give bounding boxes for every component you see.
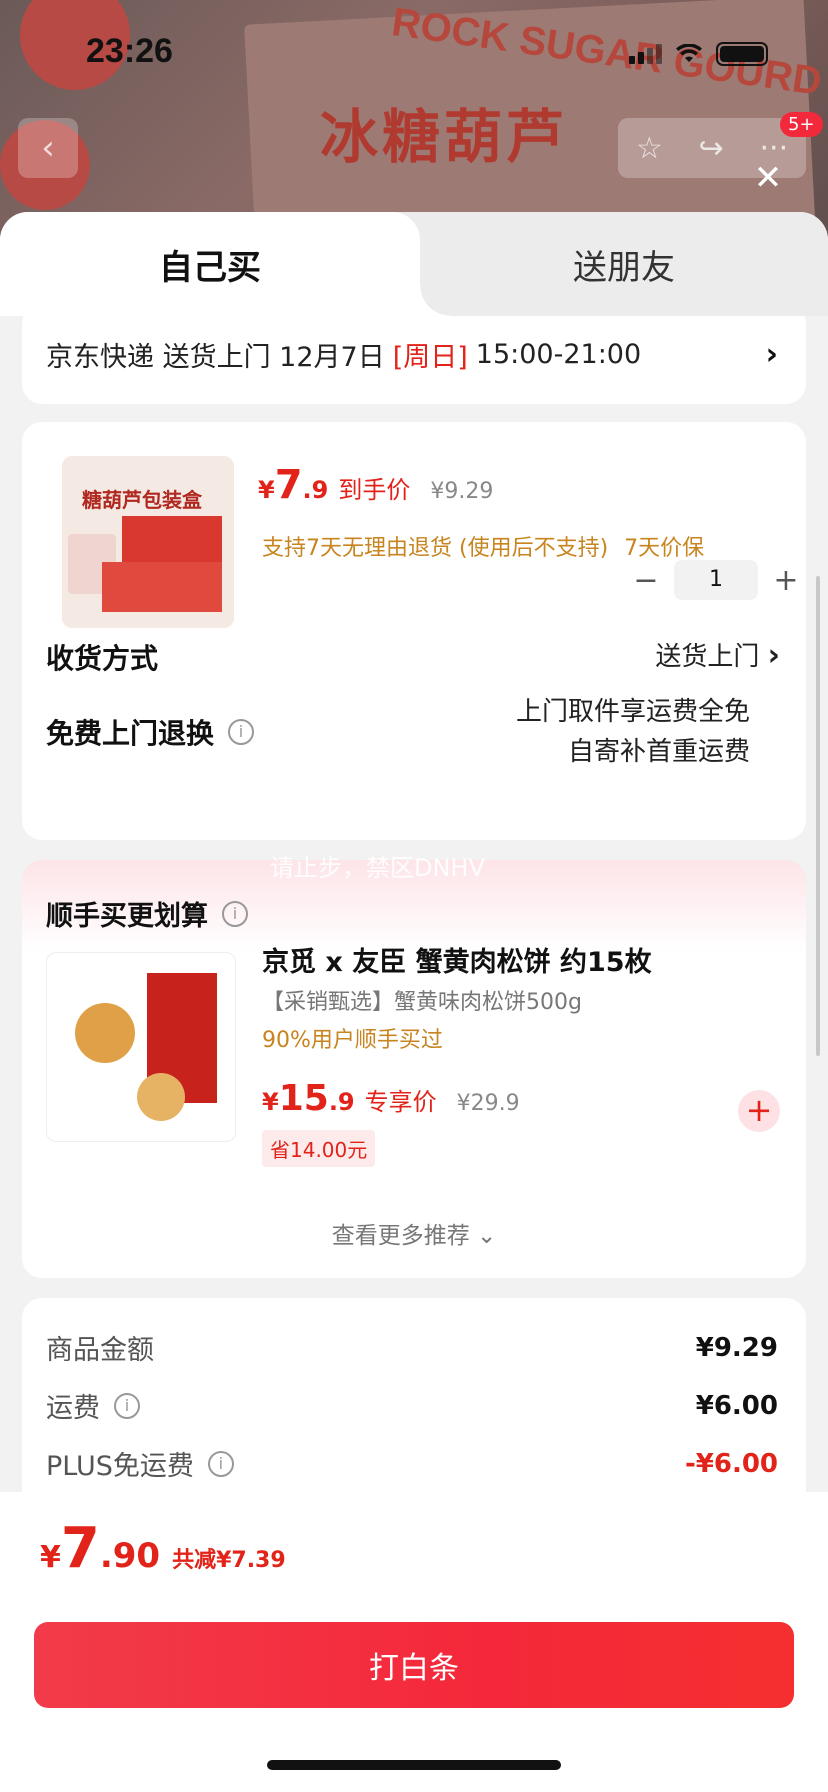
info-icon[interactable]: i [114, 1392, 140, 1419]
shipping-label: 收货方式 [46, 641, 159, 675]
star-icon[interactable]: ☆ [636, 131, 663, 166]
product-card: 糖葫芦包装盒 ¥ 7 .9 到手价 ¥9.29 支持7天无理由退货 (使用后不支… [22, 422, 806, 840]
info-icon[interactable]: i [228, 719, 255, 745]
price-decimal: .9 [328, 1088, 355, 1116]
price-tag: 到手价 [338, 476, 411, 504]
message-badge: 5+ [780, 112, 823, 137]
chevron-right-icon: › [765, 336, 778, 372]
summary-value: ¥6.00 [695, 1390, 778, 1421]
delivery-weekday: [周日] [392, 341, 468, 373]
bg-title-cn: 冰糖葫芦 [320, 103, 569, 171]
shipping-method-row[interactable]: 收货方式 送货上门 › [46, 636, 780, 677]
tab-buy-self[interactable]: 自己买 [0, 212, 450, 316]
product-price: ¥ 7 .9 到手价 ¥9.29 [258, 462, 493, 508]
minus-button[interactable]: − [626, 563, 666, 598]
delivery-card[interactable]: 京东快递 送货上门 12月7日 [周日] 15:00-21:00 › [22, 316, 806, 404]
price-decimal: .90 [99, 1536, 161, 1576]
summary-value: ¥9.29 [695, 1332, 778, 1363]
shipping-value-text: 送货上门 [655, 642, 760, 672]
price-decimal: .9 [302, 476, 329, 504]
price-tag: 专享价 [364, 1088, 437, 1116]
free-return-line1: 上门取件享运费全免 [515, 697, 750, 727]
sheet-content[interactable]: 京东快递 送货上门 12月7日 [周日] 15:00-21:00 › 糖葫芦包装… [0, 316, 828, 1492]
free-return-label: 免费上门退换 [46, 717, 215, 750]
summary-row: 运费 i ¥6.00 [46, 1386, 778, 1425]
wifi-icon [676, 44, 702, 62]
status-time: 23:26 [86, 32, 173, 70]
summary-row: 商品金额 ¥9.29 [46, 1328, 778, 1367]
currency-symbol: ¥ [258, 476, 275, 504]
shipping-value: 送货上门 › [655, 636, 780, 677]
summary-label: 运费 [46, 1393, 100, 1424]
back-button[interactable]: ‹ [18, 118, 78, 178]
add-to-order-button[interactable]: + [738, 1090, 780, 1132]
price-integer: 7 [60, 1516, 100, 1581]
currency-symbol: ¥ [262, 1088, 279, 1116]
recommend-price: ¥ 15 .9 专享价 ¥29.9 [262, 1078, 520, 1119]
see-more-button[interactable]: 查看更多推荐 ⌄ [22, 1216, 806, 1250]
currency-symbol: ¥ [40, 1540, 61, 1575]
info-icon[interactable]: i [207, 1450, 234, 1477]
recommend-title: 顺手买更划算 i [46, 894, 248, 933]
return-policy-text: 支持7天无理由退货 (使用后不支持) [262, 536, 609, 561]
total-discount: 共减¥7.39 [172, 1548, 286, 1573]
scrollbar[interactable] [816, 576, 820, 1056]
recommend-product-name[interactable]: 京觅 x 友臣 蟹黄肉松饼 约15枚 [262, 940, 652, 979]
original-price: ¥9.29 [430, 479, 494, 504]
quantity-input[interactable]: 1 [674, 560, 758, 600]
battery-icon [716, 42, 768, 66]
home-indicator[interactable] [267, 1760, 561, 1770]
delivery-prefix: 京东快递 送货上门 12月7日 [46, 341, 385, 373]
product-image-text: 糖葫芦包装盒 [82, 488, 202, 512]
recommend-bought-stat: 90%用户顺手买过 [262, 1028, 443, 1053]
price-integer: 7 [274, 462, 303, 508]
quantity-stepper: − 1 + [626, 560, 806, 600]
price-integer: 15 [278, 1078, 329, 1119]
summary-row: PLUS免运费 i -¥6.00 [46, 1444, 778, 1483]
watermark: 请止步，禁区DNHV [270, 854, 485, 882]
recommendation-card: 请止步，禁区DNHV 顺手买更划算 i 京觅 x 友臣 蟹黄肉松饼 约15枚 【采… [22, 854, 806, 1278]
original-price: ¥29.9 [456, 1091, 520, 1116]
recommend-product-image[interactable] [46, 952, 236, 1142]
summary-label: PLUS免运费 [46, 1451, 194, 1482]
close-icon[interactable]: ✕ [752, 161, 784, 195]
tab-gift-friend[interactable]: 送朋友 [420, 212, 828, 316]
share-icon[interactable]: ↪ [699, 131, 724, 166]
product-image[interactable]: 糖葫芦包装盒 [62, 456, 234, 628]
summary-value: -¥6.00 [684, 1448, 778, 1479]
delivery-time: 15:00-21:00 [475, 338, 642, 370]
purchase-tabs: 自己买 送朋友 [0, 212, 828, 316]
info-icon[interactable]: i [222, 900, 248, 927]
total-price: ¥ 7 .90 共减¥7.39 [40, 1516, 286, 1581]
free-return-line2: 自寄补首重运费 [567, 737, 750, 767]
free-return-row: 免费上门退换 i 上门取件享运费全免 自寄补首重运费 [46, 692, 780, 772]
chevron-right-icon: › [767, 638, 780, 673]
checkout-bar: ¥ 7 .90 共减¥7.39 打白条 [0, 1492, 828, 1792]
recommend-product-desc: 【采销甄选】蟹黄味肉松饼500g [262, 990, 582, 1015]
summary-label: 商品金额 [46, 1335, 154, 1366]
recommend-title-text: 顺手买更划算 [46, 901, 208, 932]
return-policy: 支持7天无理由退货 (使用后不支持) 7天价保 [262, 530, 704, 562]
save-badge: 省14.00元 [262, 1130, 376, 1167]
plus-button[interactable]: + [766, 563, 806, 598]
price-protect: 7天价保 [624, 536, 705, 561]
price-summary-card: 商品金额 ¥9.29 运费 i ¥6.00 PLUS免运费 i -¥6.00 [22, 1298, 806, 1492]
pay-button[interactable]: 打白条 [34, 1622, 794, 1708]
status-bar: 23:26 [0, 30, 828, 80]
signal-icon [629, 44, 662, 64]
